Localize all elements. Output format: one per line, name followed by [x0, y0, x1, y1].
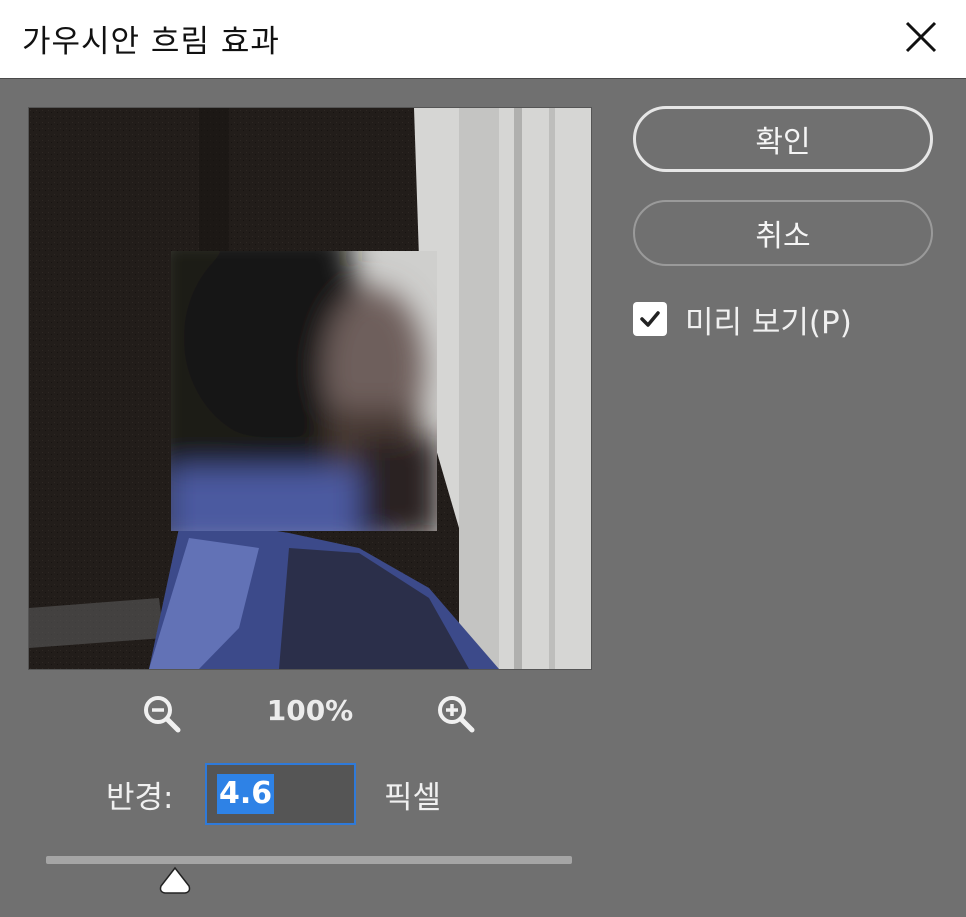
radius-label: 반경: — [106, 780, 174, 816]
preview-label: 미리 보기(P) — [685, 304, 852, 341]
radius-unit-label: 픽셀 — [384, 780, 442, 816]
close-button[interactable] — [898, 14, 944, 60]
radius-slider-thumb[interactable] — [158, 866, 192, 896]
zoom-level-text: 100% — [266, 694, 354, 727]
zoom-out-button[interactable] — [140, 692, 184, 736]
preview-image[interactable] — [28, 107, 592, 670]
cancel-button[interactable]: 취소 — [633, 200, 933, 266]
preview-toggle[interactable]: 미리 보기(P) — [633, 298, 852, 341]
dialog-title: 가우시안 흐림 효과 — [22, 24, 280, 60]
ok-button[interactable]: 확인 — [633, 106, 933, 172]
slider-thumb-icon — [159, 866, 191, 894]
radius-input[interactable]: 4.6 — [205, 763, 356, 825]
preview-checkbox[interactable] — [633, 302, 667, 336]
title-bar: 가우시안 흐림 효과 — [0, 0, 966, 79]
check-icon — [640, 311, 660, 327]
radius-value[interactable]: 4.6 — [217, 774, 275, 814]
zoom-controls: 100% — [0, 688, 620, 738]
radius-slider[interactable] — [46, 856, 572, 864]
preview-photo — [29, 108, 591, 669]
close-icon — [905, 21, 937, 53]
zoom-in-button[interactable] — [434, 692, 478, 736]
zoom-out-icon — [144, 696, 181, 733]
zoom-in-icon — [438, 696, 475, 733]
